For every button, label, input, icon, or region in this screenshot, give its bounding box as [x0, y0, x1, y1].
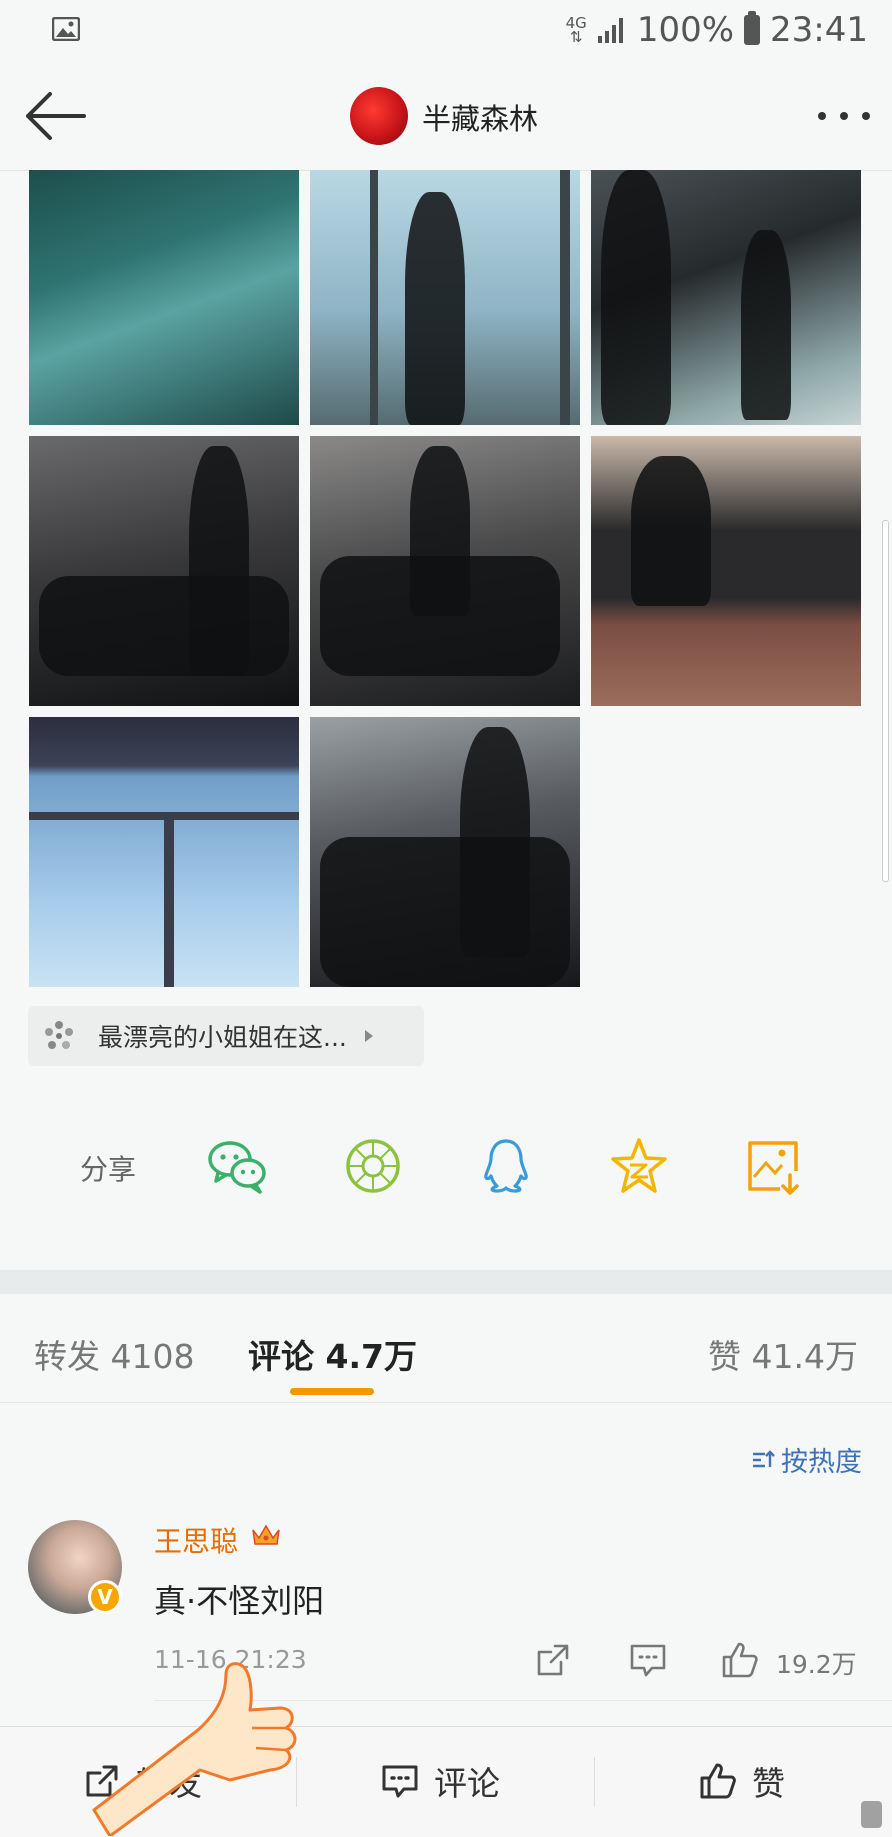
post-image-8[interactable]: [310, 717, 580, 987]
moments-icon[interactable]: [342, 1135, 404, 1197]
active-tab-indicator: [290, 1388, 374, 1395]
post-image-6[interactable]: [591, 436, 861, 706]
watermark: [860, 1801, 882, 1828]
post-image-1[interactable]: [29, 170, 299, 425]
section-divider: [0, 1270, 892, 1294]
comment-icon: [382, 1765, 418, 1798]
more-options-icon[interactable]: [818, 112, 870, 120]
network-type: 4G ⇅: [565, 14, 587, 46]
post-image-3[interactable]: [591, 170, 861, 425]
share-comment-icon[interactable]: [533, 1640, 573, 1680]
top-nav-bar: 半藏森林: [0, 60, 892, 171]
tab-comments[interactable]: 评论 4.7万: [248, 1330, 417, 1378]
like-icon: [700, 1763, 736, 1799]
like-comment-icon[interactable]: [720, 1640, 760, 1680]
battery-icon: [744, 11, 761, 45]
comment-text: 真·不怪刘阳: [154, 1582, 325, 1620]
post-image-7[interactable]: [29, 717, 299, 987]
tab-repost[interactable]: 转发 4108: [34, 1330, 194, 1378]
topic-icon: [45, 1021, 73, 1049]
topic-text: 最漂亮的小姐姐在这...: [98, 1023, 347, 1052]
clock: 23:41: [770, 10, 868, 50]
like-label: 赞: [752, 1764, 785, 1803]
comment-like-count: 19.2万: [776, 1650, 857, 1679]
commenter-name[interactable]: 王思聪: [154, 1520, 238, 1560]
page-title[interactable]: 半藏森林: [422, 96, 538, 138]
topic-chip[interactable]: 最漂亮的小姐姐在这...: [28, 1006, 424, 1066]
status-bar: 4G ⇅ 100% 23:41: [0, 0, 892, 60]
post-image-2[interactable]: [310, 170, 580, 425]
battery-percent: 100%: [636, 10, 735, 50]
save-image-icon[interactable]: [742, 1135, 804, 1197]
verified-badge: V: [88, 1580, 122, 1614]
like-button[interactable]: 赞: [698, 1757, 785, 1805]
share-label: 分享: [80, 1153, 137, 1186]
post-image-4[interactable]: [29, 436, 299, 706]
sort-button[interactable]: 按热度: [751, 1440, 862, 1479]
scroll-indicator[interactable]: [882, 520, 889, 882]
status-indicators: 4G ⇅ 100% 23:41: [566, 8, 868, 52]
wechat-icon[interactable]: [206, 1135, 268, 1197]
tab-likes[interactable]: 赞 41.4万: [708, 1330, 858, 1378]
reply-comment-icon[interactable]: [628, 1640, 668, 1680]
back-arrow-icon[interactable]: [20, 86, 90, 146]
signal-icon: [597, 18, 623, 43]
comment-button[interactable]: 评论: [380, 1757, 500, 1805]
qzone-icon[interactable]: [608, 1135, 670, 1197]
tabs-divider: [0, 1402, 892, 1403]
chevron-right-icon: [364, 1030, 373, 1042]
sort-icon: [753, 1449, 775, 1467]
comment-label: 评论: [434, 1764, 500, 1803]
author-avatar[interactable]: [350, 87, 408, 145]
qq-icon[interactable]: [475, 1135, 537, 1197]
crown-icon: [252, 1524, 280, 1545]
post-image-5[interactable]: [310, 436, 580, 706]
sort-label: 按热度: [781, 1447, 862, 1478]
image-notification-icon: [52, 17, 80, 41]
thumbs-up-hand-overlay: [92, 1662, 297, 1836]
bottom-separator: [594, 1757, 595, 1807]
